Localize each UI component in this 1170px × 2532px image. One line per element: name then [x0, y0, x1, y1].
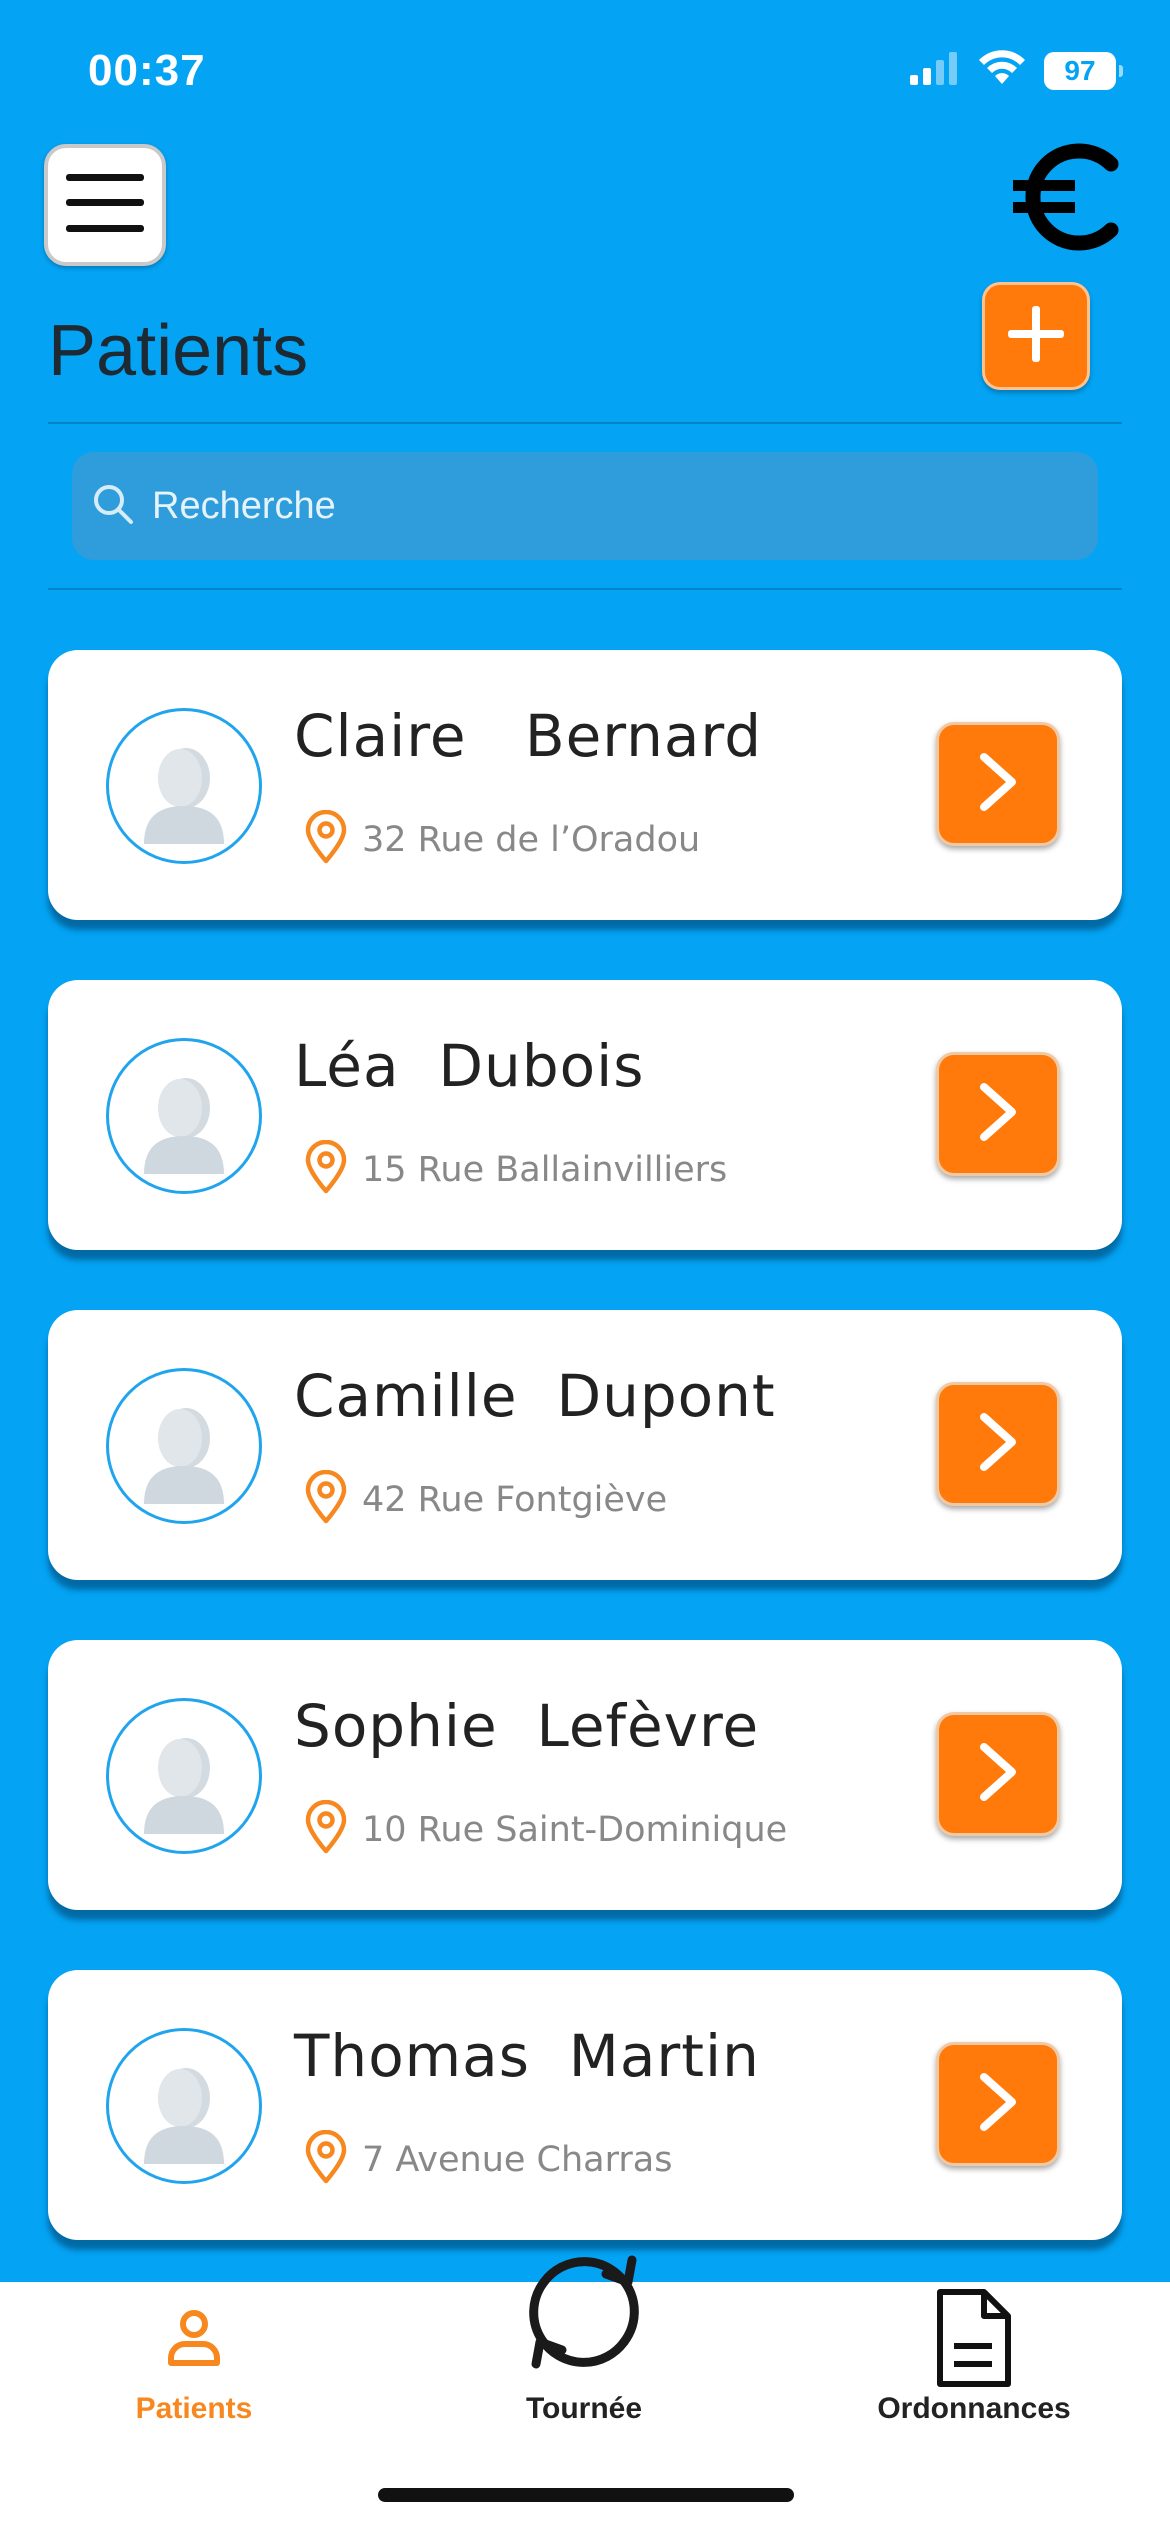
patient-address: 7 Avenue Charras [362, 2139, 673, 2180]
add-patient-button[interactable] [982, 282, 1090, 390]
location-pin-icon [304, 1139, 348, 1199]
search-icon [92, 483, 134, 530]
plus-icon [1008, 305, 1064, 367]
open-patient-button[interactable] [936, 2042, 1060, 2166]
billing-button[interactable] [1006, 136, 1126, 262]
avatar [106, 2028, 262, 2184]
address-row: 10 Rue Saint-Dominique [304, 1799, 788, 1859]
address-row: 32 Rue de l’Oradou [304, 809, 701, 869]
euro-icon [1011, 142, 1121, 257]
chevron-right-icon [976, 1741, 1020, 1808]
avatar [106, 1368, 262, 1524]
open-patient-button[interactable] [936, 1052, 1060, 1176]
header-divider [48, 422, 1122, 424]
address-row: 7 Avenue Charras [304, 2129, 673, 2189]
location-pin-icon [304, 1799, 348, 1859]
signal-icon [910, 51, 960, 90]
tab-patients[interactable]: Patients [44, 2282, 344, 2452]
location-pin-icon [304, 2129, 348, 2189]
patient-list: Claire Bernard 32 Rue de l’Oradou Léa Du… [48, 650, 1122, 2300]
patient-name: Léa Dubois [294, 1032, 645, 1100]
wifi-icon [978, 50, 1026, 91]
patient-name: Sophie Lefèvre [294, 1692, 760, 1760]
address-row: 42 Rue Fontgiève [304, 1469, 668, 1529]
chevron-right-icon [976, 2071, 1020, 2138]
open-patient-button[interactable] [936, 722, 1060, 846]
hamburger-icon [66, 173, 144, 237]
open-patient-button[interactable] [936, 1382, 1060, 1506]
search-bar[interactable] [72, 452, 1098, 560]
patient-address: 42 Rue Fontgiève [362, 1479, 668, 1520]
page-title: Patients [48, 311, 309, 391]
person-placeholder-icon [144, 748, 224, 844]
patient-card[interactable]: Thomas Martin 7 Avenue Charras [48, 1970, 1122, 2240]
search-input[interactable] [152, 484, 1052, 528]
person-icon [166, 2308, 222, 2373]
refresh-icon [514, 2242, 654, 2387]
avatar [106, 1038, 262, 1194]
tab-ordonnances[interactable]: Ordonnances [824, 2282, 1124, 2452]
home-indicator[interactable] [378, 2488, 794, 2502]
patient-card[interactable]: Léa Dubois 15 Rue Ballainvilliers [48, 980, 1122, 1250]
patient-card[interactable]: Camille Dupont 42 Rue Fontgiève [48, 1310, 1122, 1580]
person-placeholder-icon [144, 1408, 224, 1504]
tab-tournee[interactable]: Tournée [434, 2255, 734, 2452]
chevron-right-icon [976, 1411, 1020, 1478]
address-row: 15 Rue Ballainvilliers [304, 1139, 728, 1199]
document-icon [934, 2288, 1014, 2393]
tab-label: Patients [135, 2392, 253, 2425]
tab-label: Ordonnances [877, 2392, 1071, 2425]
open-patient-button[interactable] [936, 1712, 1060, 1836]
avatar [106, 1698, 262, 1854]
battery-indicator: 97 [1044, 51, 1123, 90]
status-time: 00:37 [88, 46, 206, 95]
status-icons: 97 [910, 50, 1123, 91]
chevron-right-icon [976, 751, 1020, 818]
menu-button[interactable] [44, 144, 166, 266]
location-pin-icon [304, 809, 348, 869]
patient-name: Claire Bernard [294, 702, 763, 770]
patient-name: Camille Dupont [294, 1362, 776, 1430]
location-pin-icon [304, 1469, 348, 1529]
patient-card[interactable]: Sophie Lefèvre 10 Rue Saint-Dominique [48, 1640, 1122, 1910]
patients-screen: 00:37 97 Patients Recherche Claire Berna… [0, 0, 1170, 2532]
patient-address: 10 Rue Saint-Dominique [362, 1809, 788, 1850]
person-placeholder-icon [144, 1738, 224, 1834]
patient-name: Thomas Martin [294, 2022, 760, 2090]
avatar [106, 708, 262, 864]
patient-address: 15 Rue Ballainvilliers [362, 1149, 728, 1190]
patient-card[interactable]: Claire Bernard 32 Rue de l’Oradou [48, 650, 1122, 920]
search-divider [48, 588, 1122, 590]
person-placeholder-icon [144, 2068, 224, 2164]
tab-label: Tournée [525, 2392, 643, 2425]
chevron-right-icon [976, 1081, 1020, 1148]
person-placeholder-icon [144, 1078, 224, 1174]
patient-address: 32 Rue de l’Oradou [362, 819, 701, 860]
